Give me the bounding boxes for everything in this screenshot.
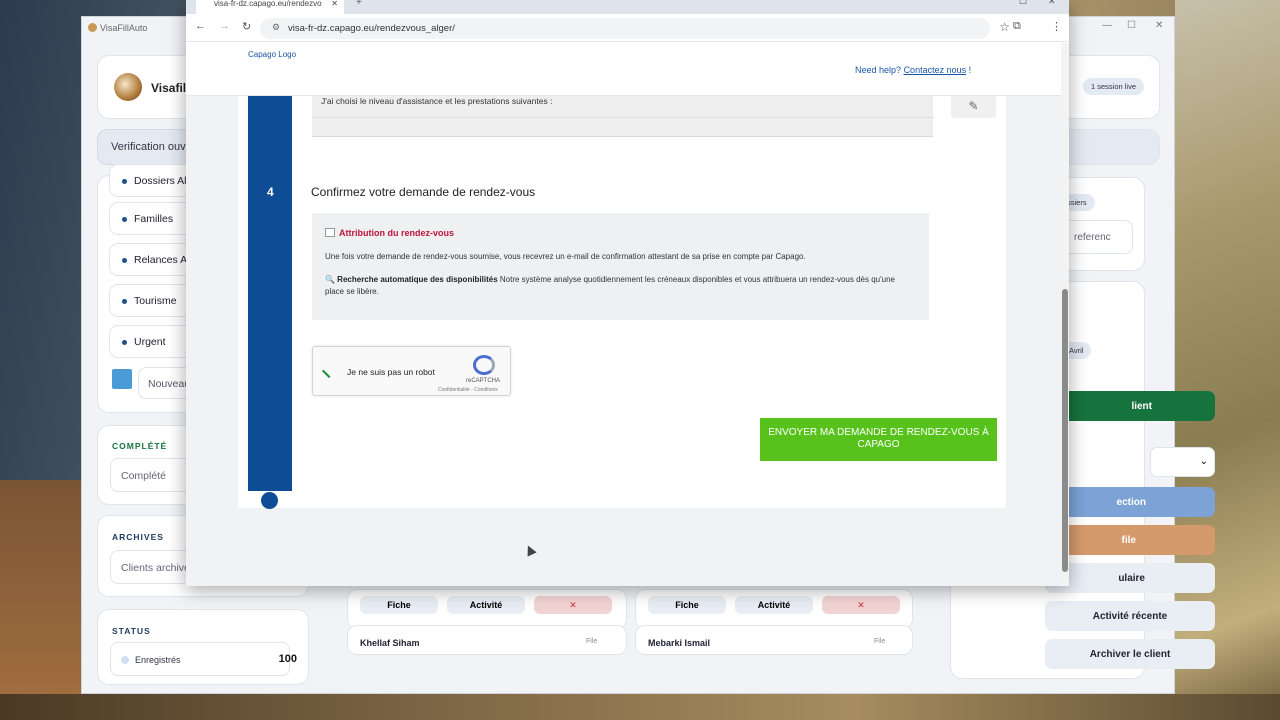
capago-logo[interactable]: Capago Logo — [248, 50, 296, 59]
card-fiche-button[interactable]: Fiche — [360, 596, 438, 614]
page-scrollbar[interactable] — [1061, 43, 1069, 586]
browser-close-icon[interactable]: ✕ — [1048, 0, 1056, 7]
select-chevron-icon[interactable]: ⌄ — [1150, 447, 1215, 477]
help-text: Need help? Contactez nous ! — [855, 65, 971, 75]
app-window-title: VisaFillAuto — [100, 23, 148, 33]
selection-button[interactable]: ection — [1045, 487, 1215, 517]
form-button[interactable]: ulaire — [1045, 563, 1215, 593]
extension-icon[interactable]: ⧉ — [1013, 20, 1021, 33]
client-card: Fiche Activité ✕ — [347, 589, 627, 629]
reload-icon[interactable]: ↻ — [242, 20, 251, 33]
new-tab-icon[interactable]: + — [356, 0, 362, 8]
card-activity-button[interactable]: Activité — [447, 596, 525, 614]
sidebar-item-label: Familles — [134, 213, 174, 225]
profile-button[interactable]: file — [1045, 525, 1215, 555]
help-label: Need help? — [855, 65, 902, 75]
status-heading: STATUS — [112, 626, 151, 636]
brand-logo — [114, 73, 142, 101]
web-page: Capago Logo Need help? Contactez nous ! … — [186, 43, 1061, 586]
broken-image-icon — [325, 228, 335, 237]
browser-menu-icon[interactable]: ⋮ — [1051, 20, 1062, 33]
site-header: Capago Logo Need help? Contactez nous ! — [186, 43, 1061, 96]
submit-appointment-button[interactable]: ENVOYER MA DEMANDE DE RENDEZ-VOUS À CAPA… — [760, 418, 997, 461]
info-auto-search: 🔍 Recherche automatique des disponibilit… — [325, 274, 915, 298]
client-card[interactable]: Khellaf Siham File — [347, 625, 627, 655]
recaptcha-logo-icon — [473, 355, 495, 375]
step-end-dot — [261, 492, 278, 509]
info-auto-search-title: 🔍 Recherche automatique des disponibilit… — [325, 275, 498, 284]
status-box: Enregistrés 100 — [110, 642, 297, 676]
recent-activity-button[interactable]: Activité récente — [1045, 601, 1215, 631]
browser-maximize-icon[interactable]: ☐ — [1019, 0, 1027, 7]
status-section: STATUS Enregistrés 100 — [97, 609, 309, 685]
tab-title: visa-fr-dz.capago.eu/rendezvo — [214, 0, 322, 8]
card-delete-button[interactable]: ✕ — [534, 596, 612, 614]
maximize-icon[interactable]: ☐ — [1127, 20, 1136, 31]
file-flag[interactable]: File — [874, 638, 885, 645]
step-number: 4 — [267, 185, 274, 199]
status-dot-icon — [121, 656, 129, 664]
site-info-icon[interactable]: ⚙ — [272, 22, 280, 33]
appointment-form: 4 J'ai choisi le niveau d'assistance et … — [238, 96, 1006, 509]
card-fiche-button[interactable]: Fiche — [648, 596, 726, 614]
color-swatch[interactable] — [112, 369, 132, 389]
address-bar[interactable]: ⚙ visa-fr-dz.capago.eu/rendezvous_alger/… — [260, 18, 1010, 39]
browser-window: visa-fr-dz.capago.eu/rendezvo ✕ + ☐ ✕ ← … — [186, 0, 1069, 586]
info-text: Une fois votre demande de rendez-vous so… — [325, 252, 806, 261]
recaptcha-widget[interactable]: Je ne suis pas un robot reCAPTCHA Confid… — [312, 346, 511, 396]
edit-pencil-icon[interactable]: ✎ — [951, 96, 996, 118]
info-box: Attribution du rendez-vous Une fois votr… — [312, 213, 929, 320]
card-activity-button[interactable]: Activité — [735, 596, 813, 614]
info-title: Attribution du rendez-vous — [325, 228, 454, 238]
close-icon[interactable]: ✕ — [1155, 20, 1163, 31]
info-title-text: Attribution du rendez-vous — [339, 228, 454, 238]
client-card: Fiche Activité ✕ — [635, 589, 913, 629]
client-card[interactable]: Mebarki Ismail File — [635, 625, 913, 655]
complete-heading: COMPLÉTÉ — [112, 441, 168, 451]
contact-link[interactable]: Contactez nous — [904, 65, 967, 75]
archive-client-button[interactable]: Archiver le client — [1045, 639, 1215, 669]
client-name: Khellaf Siham — [360, 638, 420, 648]
sidebar-item-label: Relances Av — [134, 254, 193, 266]
sidebar-item-label: Urgent — [134, 336, 166, 348]
archives-heading: ARCHIVES — [112, 532, 164, 542]
forward-icon[interactable]: → — [219, 20, 230, 32]
card-delete-button[interactable]: ✕ — [822, 596, 900, 614]
browser-tab[interactable]: visa-fr-dz.capago.eu/rendezvo ✕ — [196, 0, 344, 14]
previous-step-summary: J'ai choisi le niveau d'assistance et le… — [312, 96, 933, 137]
minimize-icon[interactable]: — — [1102, 20, 1112, 31]
status-count: 100 — [278, 653, 297, 665]
step-title: Confirmez votre demande de rendez-vous — [311, 185, 536, 199]
client-name: Mebarki Ismail — [648, 638, 711, 648]
app-logo-icon — [88, 23, 97, 32]
file-flag[interactable]: File — [586, 638, 597, 645]
session-pill: 1 session live — [1083, 78, 1145, 95]
browser-toolbar: ← → ↻ ⚙ visa-fr-dz.capago.eu/rendezvous_… — [186, 14, 1069, 42]
client-button[interactable]: lient — [1045, 391, 1215, 421]
recaptcha-brand: reCAPTCHA — [466, 378, 501, 384]
sidebar-item-label: Dossiers Al — [134, 175, 187, 187]
step-rail — [248, 96, 292, 491]
recaptcha-checkmark-icon[interactable] — [321, 363, 337, 379]
status-label: Enregistrés — [135, 655, 181, 665]
tab-close-icon[interactable]: ✕ — [331, 0, 338, 8]
tab-bar: visa-fr-dz.capago.eu/rendezvo ✕ + ☐ ✕ — [186, 0, 1069, 14]
recaptcha-label: Je ne suis pas un robot — [347, 367, 435, 377]
url-text: visa-fr-dz.capago.eu/rendezvous_alger/ — [288, 23, 455, 34]
recaptcha-links[interactable]: Confidentialité - Conditions — [438, 387, 498, 393]
scrollbar-thumb[interactable] — [1062, 289, 1068, 572]
back-icon[interactable]: ← — [195, 20, 206, 32]
help-suffix: ! — [968, 65, 972, 75]
sidebar-item-label: Tourisme — [134, 295, 177, 307]
bookmark-star-icon[interactable]: ☆ — [999, 20, 1010, 34]
previous-step-text: J'ai choisi le niveau d'assistance et le… — [321, 96, 553, 106]
